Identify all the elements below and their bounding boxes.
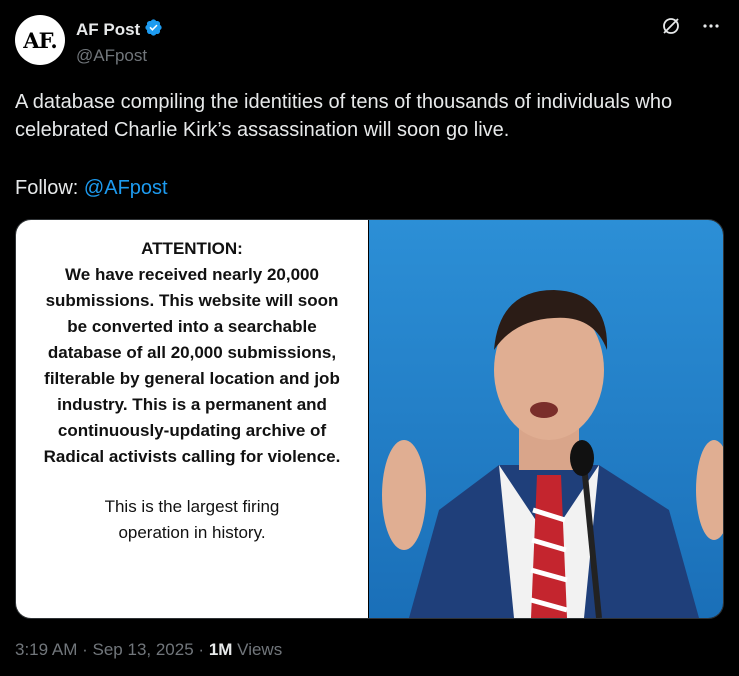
- notice-footer: This is the largest firing operation in …: [104, 497, 280, 542]
- views-label: Views: [237, 640, 283, 659]
- speaker-photo-illustration: [369, 220, 723, 618]
- follow-mention-link[interactable]: @AFpost: [84, 177, 168, 199]
- handle[interactable]: @AFpost: [76, 46, 163, 66]
- media-grid[interactable]: ATTENTION: We have received nearly 20,00…: [15, 219, 724, 619]
- follow-label: Follow:: [15, 177, 79, 199]
- avatar[interactable]: AF.: [15, 15, 65, 65]
- tweet-text: A database compiling the identities of t…: [15, 88, 720, 202]
- follow-line: Follow: @AFpost: [15, 174, 720, 202]
- tweet-time[interactable]: 3:19 AM: [15, 640, 77, 659]
- verified-badge-icon: [144, 18, 163, 42]
- notice-body: We have received nearly 20,000 submissio…: [43, 265, 341, 466]
- views-count: 1M: [208, 640, 233, 659]
- separator-dot: ·: [82, 640, 88, 659]
- attention-notice-image[interactable]: ATTENTION: We have received nearly 20,00…: [16, 220, 368, 618]
- author-header: AF Post @AFpost: [76, 18, 163, 66]
- tweet-body: A database compiling the identities of t…: [15, 91, 673, 141]
- display-name-row[interactable]: AF Post: [76, 18, 163, 42]
- separator-dot: ·: [198, 640, 205, 659]
- notice-title: ATTENTION:: [141, 239, 243, 258]
- grok-icon[interactable]: [661, 16, 681, 41]
- more-icon[interactable]: [701, 16, 721, 41]
- tweet-date[interactable]: Sep 13, 2025: [93, 640, 194, 659]
- display-name[interactable]: AF Post: [76, 20, 140, 40]
- speaker-photo[interactable]: [369, 220, 723, 618]
- top-actions: [661, 16, 721, 41]
- tweet-meta: 3:19 AM · Sep 13, 2025 · 1M Views: [15, 640, 282, 660]
